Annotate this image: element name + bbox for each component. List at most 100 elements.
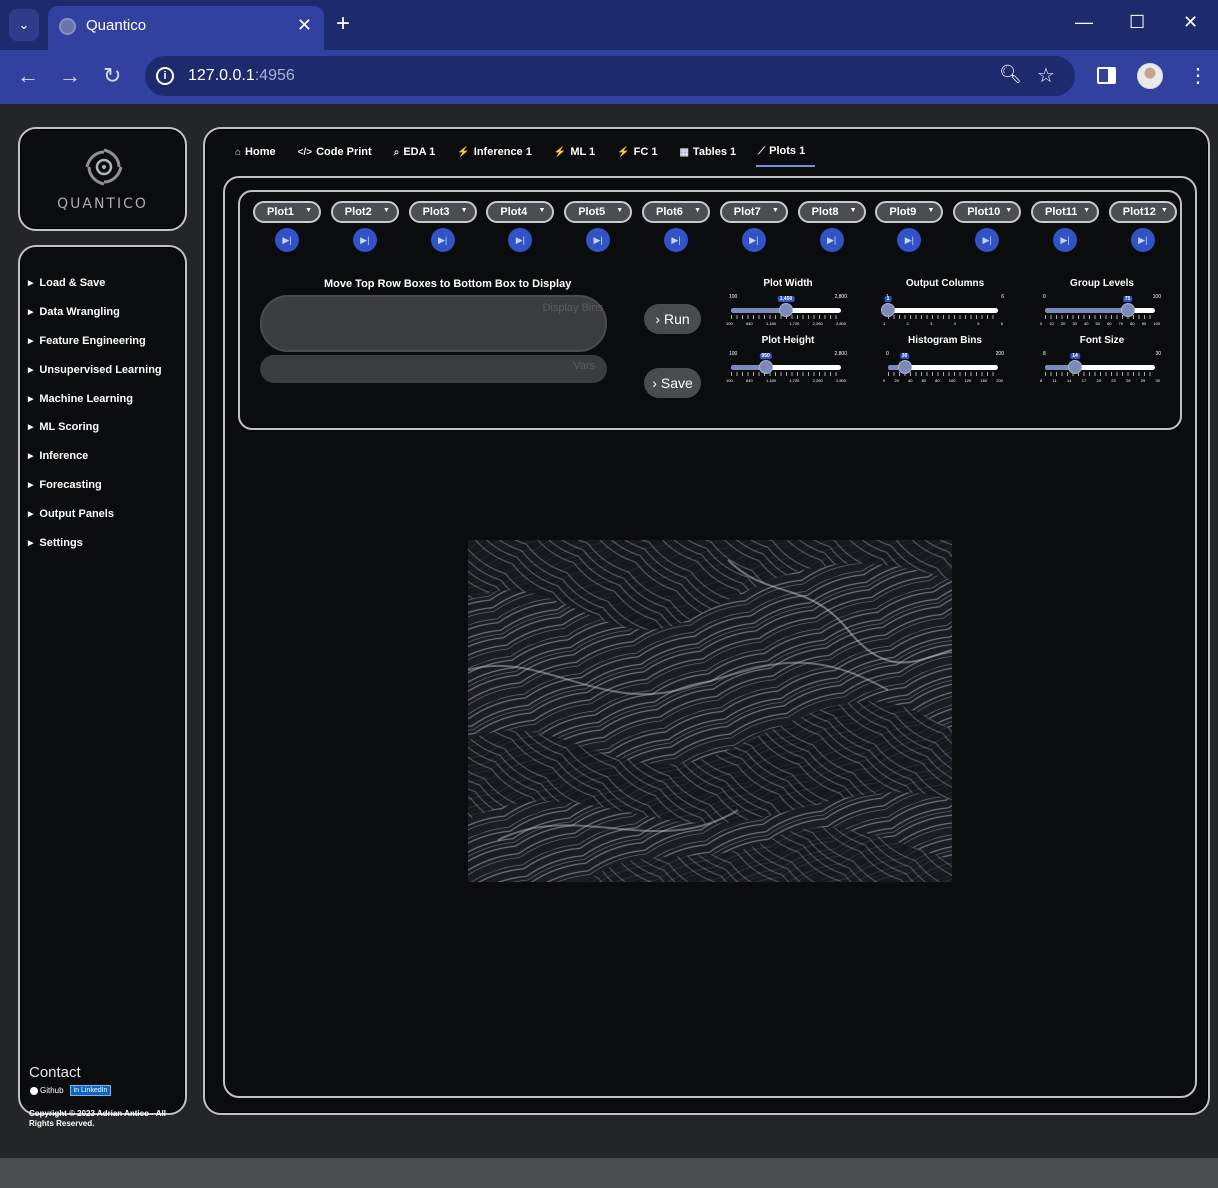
plot-play-button-7[interactable]: ▶| [741, 228, 766, 252]
histogram-bins-slider[interactable]: Histogram Bins 0 200 30 0 20 40 60 80 100 120 160 20… [880, 335, 1010, 387]
slider-label: Group Levels [1070, 278, 1134, 289]
linkedin-link[interactable]: in LinkedIn [69, 1085, 112, 1096]
sidebar-item-ml-scoring[interactable]: ▶ ML Scoring [28, 413, 162, 442]
slider-tick-labels: 0 10 20 30 40 50 60 70 80 90 100 [1040, 321, 1160, 326]
plot-selector-1[interactable]: Plot1 ▼ [253, 201, 321, 223]
tab-bar: ⌂ Home </> Code Print ⌕ EDA 1 ⚡ Inference 1 ⚡ ML … [233, 141, 825, 167]
plot-play-button-12[interactable]: ▶| [1130, 228, 1155, 252]
plot-selector-2[interactable]: Plot2 ▼ [330, 201, 399, 223]
tab-label: Tables 1 [692, 146, 737, 158]
github-link[interactable]: Github [30, 1086, 64, 1095]
font-size-slider[interactable]: Font Size 8 30 14 8 11 14 17 20 23 26 29 30 [1037, 335, 1167, 387]
slider-tick-label: 5 [977, 321, 980, 326]
maximize-icon[interactable]: ☐ [1129, 12, 1145, 33]
sidebar-item-settings[interactable]: ▶ Settings [28, 528, 162, 557]
tab-plots-1[interactable]: ⟋ Plots 1 [756, 141, 816, 167]
plot-height-slider[interactable]: Plot Height 100 2,800 950 100 640 1,180 1,720 2,… [723, 335, 853, 387]
zoom-icon[interactable]: 🔍︎ [999, 64, 1022, 85]
tab-home[interactable]: ⌂ Home [233, 141, 286, 167]
plot-selector-10[interactable]: Plot10 ▼ [953, 201, 1022, 223]
sidebar-item-output-panels[interactable]: ▶ Output Panels [28, 499, 162, 528]
slider-label: Histogram Bins [908, 335, 982, 346]
plot-play-button-1[interactable]: ▶| [275, 228, 299, 252]
side-panel-icon[interactable] [1097, 67, 1116, 84]
slider-track[interactable]: 1,450 [731, 296, 841, 317]
sidebar-item-machine-learning[interactable]: ▶ Machine Learning [28, 384, 162, 413]
slider-ticks [731, 315, 841, 319]
bookmark-star-icon[interactable]: ☆ [1037, 63, 1055, 88]
sidebar-item-load-save[interactable]: ▶ Load & Save [28, 269, 162, 298]
display-bins-dropzone[interactable]: Display Bins [260, 295, 607, 352]
slider-tick-label: 2,800 [835, 321, 846, 326]
plot-width-slider[interactable]: Plot Width 100 2,800 1,450 100 640 1,180 1,720 2… [723, 278, 853, 330]
plot-selector-5[interactable]: Plot5 ▼ [564, 201, 633, 223]
slider-tick-label: 40 [1083, 321, 1089, 326]
slider-track[interactable]: 1 [881, 296, 998, 317]
slider-ticks [1045, 315, 1155, 319]
address-bar[interactable]: i 127.0.0.1:4956 🔍︎ ☆ [145, 56, 1075, 96]
tab-inference-1[interactable]: ⚡ Inference 1 [455, 141, 542, 167]
group-levels-slider[interactable]: Group Levels 0 100 75 0 10 20 30 40 50 60 70 80 90 100 [1037, 278, 1167, 330]
plot-selector-label: Plot4 [500, 206, 528, 218]
slider-track[interactable]: 950 [731, 353, 841, 374]
plot-play-button-2[interactable]: ▶| [352, 228, 377, 252]
plot-play-button-9[interactable]: ▶| [897, 228, 922, 252]
plot-selector-3[interactable]: Plot3 ▼ [408, 201, 477, 223]
slider-label: Output Columns [905, 278, 985, 289]
plot-play-button-5[interactable]: ▶| [586, 228, 611, 252]
plot-selector-8[interactable]: Plot8 ▼ [797, 201, 866, 223]
sidebar-item-unsupervised-learning[interactable]: ▶ Unsupervised Learning [28, 355, 162, 384]
vars-dropzone[interactable]: Vars [260, 355, 607, 383]
plot-selector-6[interactable]: Plot6 ▼ [642, 201, 710, 223]
plot-play-button-10[interactable]: ▶| [975, 228, 1000, 252]
tab-search-chevron-icon[interactable]: ⌄ [9, 9, 39, 41]
new-tab-button[interactable]: + [336, 10, 350, 38]
sidebar-item-inference[interactable]: ▶ Inference [28, 442, 162, 471]
slider-track[interactable]: 75 [1045, 296, 1155, 317]
plot-play-button-4[interactable]: ▶| [508, 228, 533, 252]
tab-tables-1[interactable]: ▦ Tables 1 [677, 141, 746, 167]
save-button[interactable]: › Save [644, 368, 701, 398]
sidebar-item-forecasting[interactable]: ▶ Forecasting [28, 471, 162, 500]
close-tab-icon[interactable]: ✕ [297, 15, 312, 36]
slider-value-badge: 75 [1122, 296, 1133, 302]
plot-play-button-3[interactable]: ▶| [430, 228, 455, 252]
contact-heading: Contact [29, 1064, 81, 1081]
slider-ticks [731, 372, 841, 376]
minimize-icon[interactable]: — [1075, 12, 1093, 33]
output-columns-slider[interactable]: Output Columns161123456 [880, 278, 1010, 330]
plot-play-button-11[interactable]: ▶| [1053, 228, 1077, 252]
forward-arrow-icon[interactable]: → [59, 64, 81, 88]
browser-menu-icon[interactable]: ⋮ [1188, 63, 1208, 89]
plot-selector-12[interactable]: Plot12 ▼ [1108, 201, 1177, 223]
tab-ml-1[interactable]: ⚡ ML 1 [552, 141, 605, 167]
plot-selector-4[interactable]: Plot4 ▼ [486, 201, 555, 223]
tab-eda-1[interactable]: ⌕ EDA 1 [392, 141, 446, 167]
tab-fc-1[interactable]: ⚡ FC 1 [615, 141, 667, 167]
sidebar-item-feature-engineering[interactable]: ▶ Feature Engineering [28, 327, 162, 356]
github-icon [30, 1086, 38, 1095]
back-arrow-icon[interactable]: ← [17, 64, 39, 88]
plot-play-button-8[interactable]: ▶| [819, 228, 844, 252]
url-text[interactable]: 127.0.0.1:4956 [188, 67, 295, 85]
plot-selector-11[interactable]: Plot11 ▼ [1031, 201, 1099, 223]
plot-selector-7[interactable]: Plot7 ▼ [719, 201, 788, 223]
profile-avatar[interactable] [1137, 63, 1163, 89]
browser-tab[interactable]: Quantico ✕ [48, 6, 324, 50]
plot-play-button-6[interactable]: ▶| [664, 228, 688, 252]
slider-tick-label: 2 [906, 321, 909, 326]
sidebar-menu: ▶ Load & Save ▶ Data Wrangling ▶ Feature Engi… [18, 245, 187, 1128]
plot-selector-label: Plot9 [889, 206, 917, 218]
sidebar-item-data-wrangling[interactable]: ▶ Data Wrangling [28, 298, 162, 327]
slider-track[interactable]: 14 [1045, 353, 1155, 374]
slider-track[interactable]: 30 [888, 353, 998, 374]
caret-right-icon: ▶ [28, 366, 34, 374]
linkedin-icon: in [73, 1087, 80, 1094]
reload-icon[interactable]: ↻ [103, 64, 121, 88]
plot-selector-9[interactable]: Plot9 ▼ [875, 201, 944, 223]
tab-code-print[interactable]: </> Code Print [296, 141, 382, 167]
site-info-icon[interactable]: i [156, 67, 174, 85]
run-button[interactable]: › Run [644, 304, 701, 334]
copyright-text: Copyright © 2023 Adrian Antico - All Rig… [29, 1109, 167, 1128]
window-close-icon[interactable]: ✕ [1183, 12, 1198, 33]
